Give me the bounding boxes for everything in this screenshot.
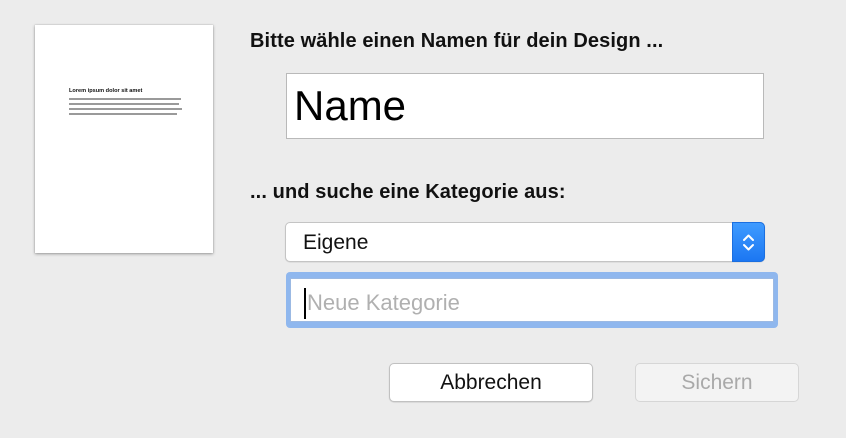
preview-text-line (69, 113, 177, 115)
save-design-dialog: Lorem ipsum dolor sit amet Bitte wähle e… (0, 0, 846, 438)
design-name-input[interactable] (286, 73, 764, 139)
cancel-button[interactable]: Abbrechen (389, 363, 593, 402)
category-selected-value: Eigene (303, 231, 369, 254)
category-popup[interactable]: Eigene (285, 222, 765, 262)
new-category-placeholder: Neue Kategorie (307, 290, 460, 315)
preview-title: Lorem ipsum dolor sit amet (69, 88, 143, 94)
chevron-up-down-icon[interactable] (732, 222, 765, 262)
new-category-focus-ring: Neue Kategorie (286, 272, 778, 328)
save-button[interactable]: Sichern (635, 363, 799, 402)
preview-text-line (69, 103, 179, 105)
name-heading: Bitte wähle einen Namen für dein Design … (250, 30, 664, 52)
new-category-input[interactable]: Neue Kategorie (290, 278, 774, 322)
document-preview: Lorem ipsum dolor sit amet (35, 25, 213, 253)
preview-text-line (69, 98, 181, 100)
category-heading: ... und suche eine Kategorie aus: (250, 181, 566, 203)
text-caret (304, 288, 306, 319)
preview-text-line (69, 108, 182, 110)
